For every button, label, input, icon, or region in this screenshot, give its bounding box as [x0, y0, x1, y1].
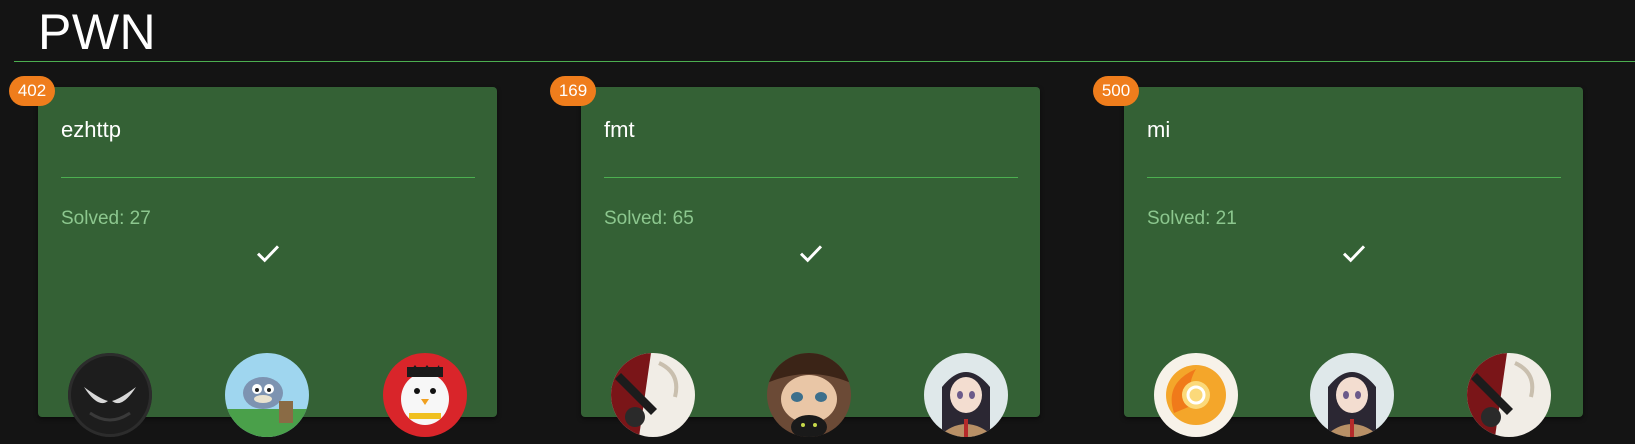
points-badge: 402	[9, 76, 55, 106]
solver-avatar[interactable]	[1467, 353, 1551, 437]
check-icon	[799, 245, 823, 263]
solver-avatar[interactable]	[611, 353, 695, 437]
card-divider	[61, 177, 475, 178]
solved-count: Solved: 27	[61, 208, 151, 229]
check-icon	[256, 245, 280, 263]
solver-avatar[interactable]	[68, 353, 152, 437]
challenge-title: fmt	[604, 117, 635, 142]
solved-count: Solved: 21	[1147, 208, 1237, 229]
card-divider	[604, 177, 1018, 178]
solver-avatar[interactable]	[767, 353, 851, 437]
points-badge: 169	[550, 76, 596, 106]
solver-avatar[interactable]	[1154, 353, 1238, 437]
solved-count: Solved: 65	[604, 208, 694, 229]
challenge-title: ezhttp	[61, 117, 121, 142]
solver-avatar[interactable]	[225, 353, 309, 437]
solver-avatar[interactable]	[1310, 353, 1394, 437]
solver-avatar[interactable]	[924, 353, 1008, 437]
solver-avatar[interactable]	[383, 353, 467, 437]
points-badge: 500	[1093, 76, 1139, 106]
card-divider	[1147, 177, 1561, 178]
category-title: PWN	[38, 4, 157, 60]
category-header: PWN	[14, 0, 1635, 62]
challenge-title: mi	[1147, 117, 1171, 142]
check-icon	[1342, 245, 1366, 263]
